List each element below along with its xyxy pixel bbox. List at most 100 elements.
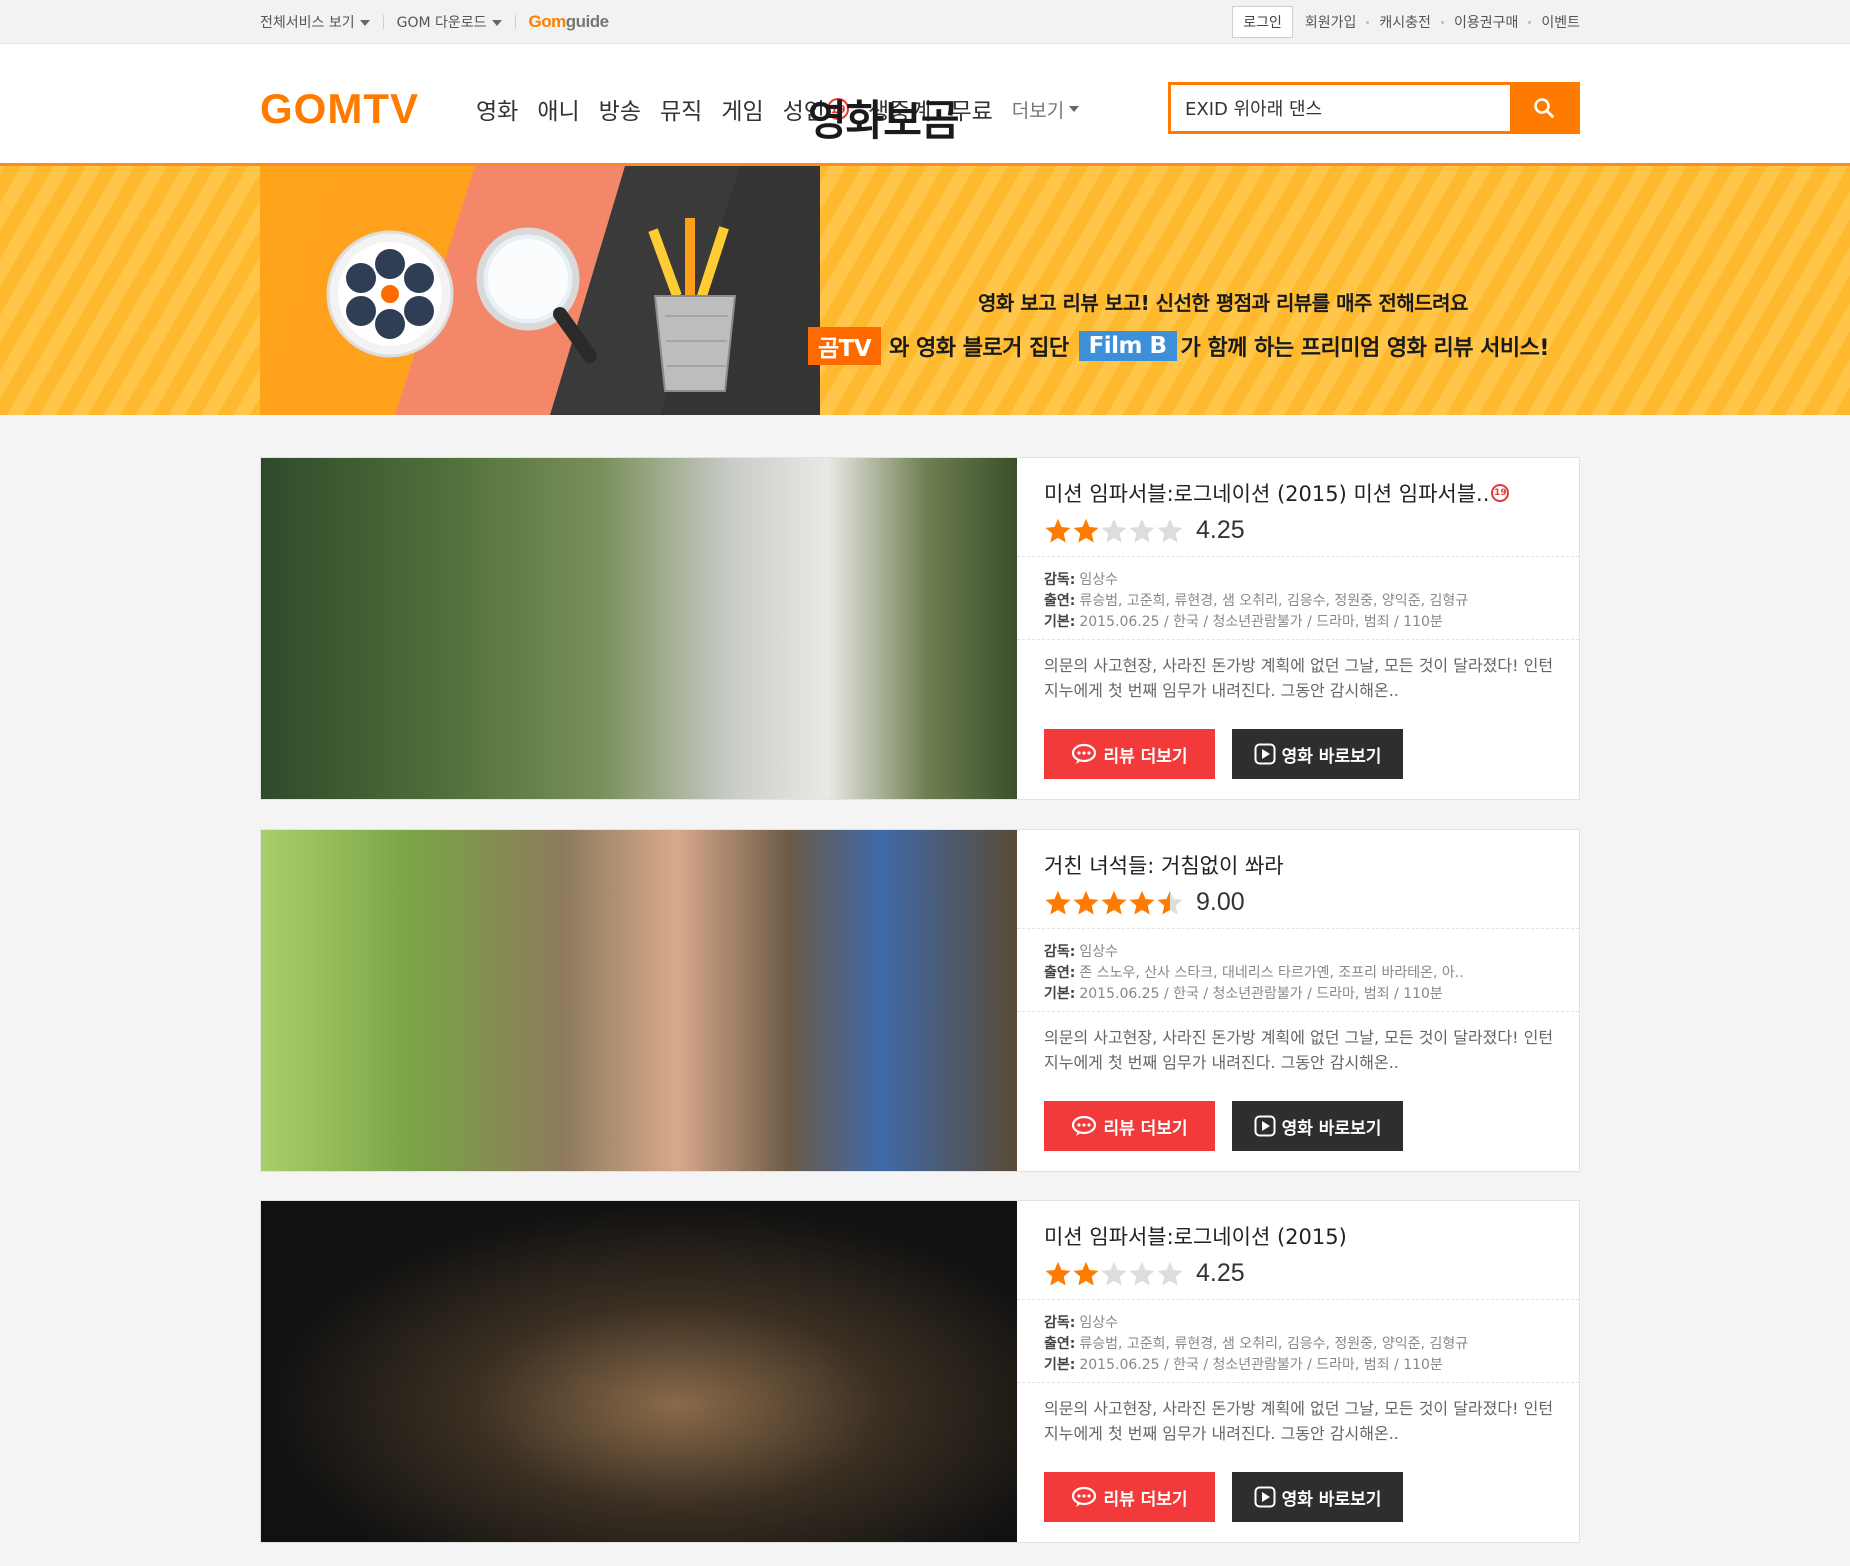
basic-value: 2015.06.25 / 한국 / 청소년관람불가 / 드라마, 범죄 / 11… — [1079, 614, 1443, 630]
movie-synopsis: 의문의 사고현장, 사라진 돈가방 계획에 없던 그날, 모든 것이 달라졌다!… — [1044, 1028, 1554, 1072]
divider — [1017, 639, 1579, 640]
pencil-cup-icon — [648, 218, 737, 392]
divider — [1017, 1011, 1579, 1012]
basic-row: 기본: 2015.06.25 / 한국 / 청소년관람불가 / 드라마, 범죄 /… — [1044, 1355, 1468, 1376]
movie-still-image[interactable] — [261, 458, 1017, 799]
nav-item-music[interactable]: 뮤직 — [660, 92, 702, 126]
movie-title[interactable]: 미션 임파서블:로그네이션 (2015) — [1044, 1221, 1347, 1251]
basic-row: 기본: 2015.06.25 / 한국 / 청소년관람불가 / 드라마, 범죄 /… — [1044, 612, 1468, 633]
all-services-label: 전체서비스 보기 — [260, 15, 355, 31]
movie-synopsis: 의문의 사고현장, 사라진 돈가방 계획에 없던 그날, 모든 것이 달라졌다!… — [1044, 656, 1554, 700]
divider — [1017, 556, 1579, 557]
search-icon — [1533, 98, 1554, 118]
cast-value: 류승범, 고준희, 류현경, 샘 오취리, 김응수, 정원중, 양익준, 김형규 — [1079, 1336, 1469, 1352]
banner-subtitle: 영화 보고 리뷰 보고! 신선한 평점과 리뷰를 매주 전해드려요 — [978, 291, 1468, 315]
basic-row: 기본: 2015.06.25 / 한국 / 청소년관람불가 / 드라마, 범죄 /… — [1044, 984, 1464, 1005]
cast-label: 출연: — [1044, 1336, 1076, 1352]
star-icon — [1129, 1261, 1155, 1286]
cast-value: 존 스노우, 산사 스타크, 대네리스 타르가옌, 조프리 바라테온, 아.. — [1079, 965, 1464, 981]
watch-movie-button[interactable]: 영화 바로보기 — [1232, 729, 1403, 779]
star-icon — [1045, 518, 1071, 543]
movie-title[interactable]: 거친 녀석들: 거침없이 쏴라 — [1044, 850, 1284, 880]
movie-synopsis: 의문의 사고현장, 사라진 돈가방 계획에 없던 그날, 모든 것이 달라졌다!… — [1044, 1399, 1554, 1443]
nav-item-movie[interactable]: 영화 — [476, 92, 518, 126]
event-link[interactable]: 이벤트 — [1541, 12, 1580, 32]
gomtv-logo[interactable]: GOMTV — [260, 88, 419, 130]
divider — [1017, 1382, 1579, 1383]
movie-meta: 감독: 임상수 출연: 류승범, 고준희, 류현경, 샘 오취리, 김응수, 정원중… — [1044, 1313, 1468, 1376]
star-icon — [1073, 890, 1099, 915]
gomtv-tag: 곰TV — [808, 327, 882, 365]
movie-title-text: 미션 임파서블:로그네이션 (2015) 미션 임파서블.. — [1044, 482, 1490, 506]
rating-value: 4.25 — [1196, 516, 1245, 544]
star-icon — [1101, 890, 1127, 915]
divider — [1017, 1299, 1579, 1300]
banner-text-end: 가 함께 하는 프리미엄 영화 리뷰 서비스! — [1180, 336, 1550, 361]
movie-title[interactable]: 미션 임파서블:로그네이션 (2015) 미션 임파서블.. 19 — [1044, 478, 1510, 508]
cash-charge-link[interactable]: 캐시충전 — [1379, 12, 1431, 32]
director-row: 감독: 임상수 — [1044, 942, 1464, 963]
director-value: 임상수 — [1079, 572, 1118, 588]
topbar-right-menu: 로그인 회원가입 캐시충전 이용권구매 이벤트 — [1232, 0, 1580, 44]
basic-label: 기본: — [1044, 986, 1076, 1002]
nav-item-game[interactable]: 게임 — [721, 92, 763, 126]
movie-title-text: 거친 녀석들: 거침없이 쏴라 — [1044, 854, 1284, 878]
star-rating — [1044, 517, 1184, 545]
star-icon — [1101, 1261, 1127, 1286]
divider — [1017, 928, 1579, 929]
review-more-button[interactable]: 리뷰 더보기 — [1044, 1472, 1215, 1522]
star-icon — [1101, 518, 1127, 543]
movie-card: 거친 녀석들: 거침없이 쏴라 9.00 감독: 임상수 출연: 존 스노우, 산사… — [260, 829, 1580, 1172]
star-icon — [1157, 1261, 1183, 1286]
movie-still-image[interactable] — [261, 1201, 1017, 1542]
film-reel-icon — [326, 230, 454, 358]
review-more-button[interactable]: 리뷰 더보기 — [1044, 729, 1215, 779]
banner-illustration — [260, 166, 820, 415]
cast-value: 류승범, 고준희, 류현경, 샘 오취리, 김응수, 정원중, 양익준, 김형규 — [1079, 593, 1469, 609]
speech-bubble-icon — [1072, 743, 1097, 764]
gomguide-link[interactable]: Gomguide — [529, 12, 610, 32]
movie-info: 거친 녀석들: 거침없이 쏴라 9.00 감독: 임상수 출연: 존 스노우, 산사… — [1017, 830, 1579, 1171]
star-icon — [1073, 1261, 1099, 1286]
banner-tagline: 곰TV 와 영화 블로거 집단 Film B 가 함께 하는 프리미엄 영화 리… — [808, 327, 1549, 365]
basic-value: 2015.06.25 / 한국 / 청소년관람불가 / 드라마, 범죄 / 11… — [1079, 1357, 1443, 1373]
cast-row: 출연: 존 스노우, 산사 스타크, 대네리스 타르가옌, 조프리 바라테온, 아… — [1044, 963, 1464, 984]
watch-movie-button[interactable]: 영화 바로보기 — [1232, 1101, 1403, 1151]
promo-banner[interactable] — [0, 166, 1850, 415]
basic-label: 기본: — [1044, 1357, 1076, 1373]
star-icon — [1073, 518, 1099, 543]
director-label: 감독: — [1044, 1315, 1076, 1331]
nav-item-broadcast[interactable]: 방송 — [599, 92, 641, 126]
gom-download-menu[interactable]: GOM 다운로드 — [397, 12, 502, 32]
watch-movie-button[interactable]: 영화 바로보기 — [1232, 1472, 1403, 1522]
star-icon — [1129, 890, 1155, 915]
banner-text-mid: 와 영화 블로거 집단 — [889, 336, 1069, 361]
movie-title-text: 미션 임파서블:로그네이션 (2015) — [1044, 1225, 1347, 1249]
star-rating — [1044, 1260, 1184, 1288]
all-services-menu[interactable]: 전체서비스 보기 — [260, 12, 370, 32]
watch-movie-label: 영화 바로보기 — [1281, 746, 1382, 767]
rating-row: 9.00 — [1044, 888, 1245, 917]
dot-separator — [1440, 20, 1444, 24]
director-value: 임상수 — [1079, 1315, 1118, 1331]
signup-link[interactable]: 회원가입 — [1305, 12, 1357, 32]
movie-info: 미션 임파서블:로그네이션 (2015) 4.25 감독: 임상수 출연: 류승범,… — [1017, 1201, 1579, 1542]
search-button[interactable] — [1510, 85, 1577, 131]
nav-more-menu[interactable]: 더보기 — [1012, 96, 1080, 123]
cast-row: 출연: 류승범, 고준희, 류현경, 샘 오취리, 김응수, 정원중, 양익준, … — [1044, 1334, 1468, 1355]
star-icon — [1129, 518, 1155, 543]
movie-still-image[interactable] — [261, 830, 1017, 1171]
watch-movie-label: 영화 바로보기 — [1281, 1118, 1382, 1139]
divider — [514, 15, 516, 29]
login-button[interactable]: 로그인 — [1232, 6, 1293, 38]
caret-down-icon — [1069, 106, 1080, 112]
play-icon — [1254, 743, 1276, 765]
ticket-purchase-link[interactable]: 이용권구매 — [1454, 12, 1518, 32]
director-label: 감독: — [1044, 572, 1076, 588]
play-icon — [1254, 1115, 1276, 1137]
adult-19-badge: 19 — [1491, 484, 1510, 502]
nav-item-anime[interactable]: 애니 — [537, 92, 579, 126]
review-more-button[interactable]: 리뷰 더보기 — [1044, 1101, 1215, 1151]
dot-separator — [1366, 20, 1370, 24]
search-input[interactable] — [1171, 85, 1511, 131]
